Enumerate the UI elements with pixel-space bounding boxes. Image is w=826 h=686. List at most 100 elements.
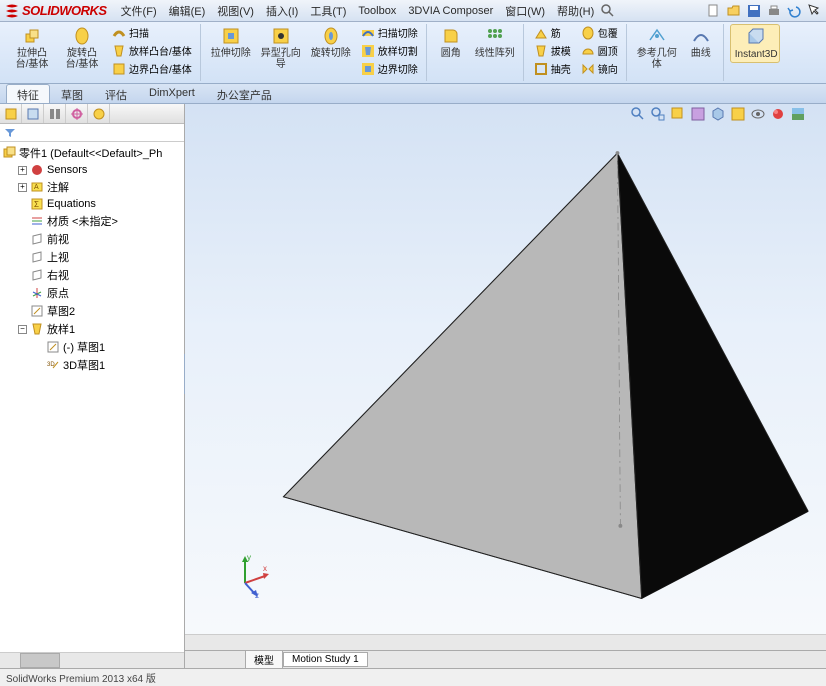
tab-dimxpert[interactable]: DimXpert	[138, 84, 206, 103]
hole-wizard-button[interactable]: 异型孔向导	[257, 24, 305, 72]
rib-button[interactable]: 筋	[530, 24, 575, 41]
feature-filter-bar[interactable]	[0, 124, 184, 142]
menu-tools[interactable]: 工具(T)	[304, 1, 352, 21]
viewport-hscrollbar[interactable]	[185, 634, 826, 650]
model-pyramid	[235, 124, 816, 628]
status-bar: SolidWorks Premium 2013 x64 版	[0, 668, 826, 686]
open-icon[interactable]	[726, 3, 742, 19]
undo-icon[interactable]	[786, 3, 802, 19]
loft-boss-button[interactable]: 放样凸台/基体	[108, 42, 196, 59]
pattern-icon	[485, 26, 505, 46]
command-tab-strip: 特征 草图 评估 DimXpert 办公室产品	[0, 84, 826, 104]
draft-button[interactable]: 拔模	[530, 42, 575, 59]
instant3d-button[interactable]: Instant3D	[730, 24, 780, 63]
ribbon-group-cut: 拉伸切除 异型孔向导 旋转切除 扫描切除 放样切割 边界切除	[203, 24, 427, 81]
tree-root[interactable]: 零件1 (Default<<Default>_Ph	[0, 144, 184, 162]
solidworks-icon	[4, 3, 20, 19]
linear-pattern-button[interactable]: 线性阵列	[471, 24, 519, 61]
mirror-button[interactable]: 镜向	[577, 60, 622, 77]
tree-node-sketch1[interactable]: (-) 草图1	[0, 338, 184, 356]
sidebar-hscrollbar[interactable]	[0, 652, 184, 668]
boundary-icon	[112, 62, 126, 76]
tree-node-equations[interactable]: ΣEquations	[0, 196, 184, 212]
sweep-button[interactable]: 扫描	[108, 24, 196, 41]
new-icon[interactable]	[706, 3, 722, 19]
hole-icon	[271, 26, 291, 46]
fm-tab-tree[interactable]	[0, 104, 22, 123]
model-tab-model[interactable]: 模型	[245, 650, 283, 668]
shell-icon	[534, 62, 548, 76]
model-tab-motion[interactable]: Motion Study 1	[283, 652, 368, 667]
cut-boundary-icon	[361, 62, 375, 76]
display-style-icon[interactable]	[730, 106, 746, 122]
tree-node-front-plane[interactable]: 前视	[0, 230, 184, 248]
tab-sketch[interactable]: 草图	[50, 84, 94, 103]
search-icon[interactable]	[600, 3, 616, 19]
cut-extrude-button[interactable]: 拉伸切除	[207, 24, 255, 61]
menu-3dvia[interactable]: 3DVIA Composer	[402, 3, 499, 19]
dome-button[interactable]: 圆顶	[577, 42, 622, 59]
ribbon-group-instant3d: Instant3D	[726, 24, 784, 81]
wrap-button[interactable]: 包覆	[577, 24, 622, 41]
expand-icon[interactable]: +	[18, 183, 27, 192]
tab-evaluate[interactable]: 评估	[94, 84, 138, 103]
graphics-viewport[interactable]: y x z 模型 Motion Study 1	[185, 104, 826, 668]
tree-node-right-plane[interactable]: 右视	[0, 266, 184, 284]
previous-view-icon[interactable]	[670, 106, 686, 122]
tree-node-material[interactable]: 材质 <未指定>	[0, 212, 184, 230]
cut-loft-button[interactable]: 放样切割	[357, 42, 422, 59]
menu-file[interactable]: 文件(F)	[115, 1, 163, 21]
apply-scene-icon[interactable]	[790, 106, 806, 122]
expand-icon[interactable]: +	[18, 166, 27, 175]
tab-features[interactable]: 特征	[6, 84, 50, 103]
tree-node-origin[interactable]: 原点	[0, 284, 184, 302]
select-icon[interactable]	[806, 3, 822, 19]
plane-icon	[30, 232, 44, 246]
plane-icon	[30, 268, 44, 282]
tree-node-sketch2[interactable]: 草图2	[0, 302, 184, 320]
fm-tab-display[interactable]	[88, 104, 110, 123]
save-icon[interactable]	[746, 3, 762, 19]
edit-appearance-icon[interactable]	[770, 106, 786, 122]
cut-boundary-button[interactable]: 边界切除	[357, 60, 422, 77]
menu-edit[interactable]: 编辑(E)	[163, 1, 212, 21]
revolve-boss-button[interactable]: 旋转凸台/基体	[58, 24, 106, 72]
menu-window[interactable]: 窗口(W)	[499, 1, 551, 21]
tree-node-sensors[interactable]: +Sensors	[0, 162, 184, 178]
tab-office[interactable]: 办公室产品	[206, 84, 283, 103]
extrude-boss-button[interactable]: 拉伸凸台/基体	[8, 24, 56, 72]
boundary-boss-button[interactable]: 边界凸台/基体	[108, 60, 196, 77]
reference-geometry-button[interactable]: 参考几何体	[633, 24, 681, 72]
fillet-button[interactable]: 圆角	[433, 24, 469, 61]
shell-button[interactable]: 抽壳	[530, 60, 575, 77]
loft-feature-icon	[30, 322, 44, 336]
fm-tab-property[interactable]	[22, 104, 44, 123]
print-icon[interactable]	[766, 3, 782, 19]
fm-tab-dimxpert[interactable]	[66, 104, 88, 123]
fm-tab-config[interactable]	[44, 104, 66, 123]
view-triad[interactable]: y x z	[225, 548, 275, 598]
cut-revolve-icon	[321, 26, 341, 46]
app-logo: SOLIDWORKS	[4, 3, 107, 19]
menu-toolbox[interactable]: Toolbox	[352, 3, 402, 19]
tree-node-loft1[interactable]: −放样1	[0, 320, 184, 338]
menu-insert[interactable]: 插入(I)	[260, 1, 304, 21]
collapse-icon[interactable]: −	[18, 325, 27, 334]
section-view-icon[interactable]	[690, 106, 706, 122]
tree-node-top-plane[interactable]: 上视	[0, 248, 184, 266]
menu-help[interactable]: 帮助(H)	[551, 1, 600, 21]
cut-revolve-button[interactable]: 旋转切除	[307, 24, 355, 61]
mirror-icon	[581, 62, 595, 76]
ribbon-group-boss: 拉伸凸台/基体 旋转凸台/基体 扫描 放样凸台/基体 边界凸台/基体	[4, 24, 201, 81]
cut-sweep-button[interactable]: 扫描切除	[357, 24, 422, 41]
tree-node-annotations[interactable]: +A注解	[0, 178, 184, 196]
fillet-icon	[441, 26, 461, 46]
svg-text:y: y	[247, 553, 251, 562]
view-orientation-icon[interactable]	[710, 106, 726, 122]
menu-view[interactable]: 视图(V)	[211, 1, 260, 21]
hide-show-icon[interactable]	[750, 106, 766, 122]
curves-button[interactable]: 曲线	[683, 24, 719, 61]
tree-node-3dsketch1[interactable]: 3D3D草图1	[0, 356, 184, 374]
zoom-area-icon[interactable]	[650, 106, 666, 122]
zoom-fit-icon[interactable]	[630, 106, 646, 122]
